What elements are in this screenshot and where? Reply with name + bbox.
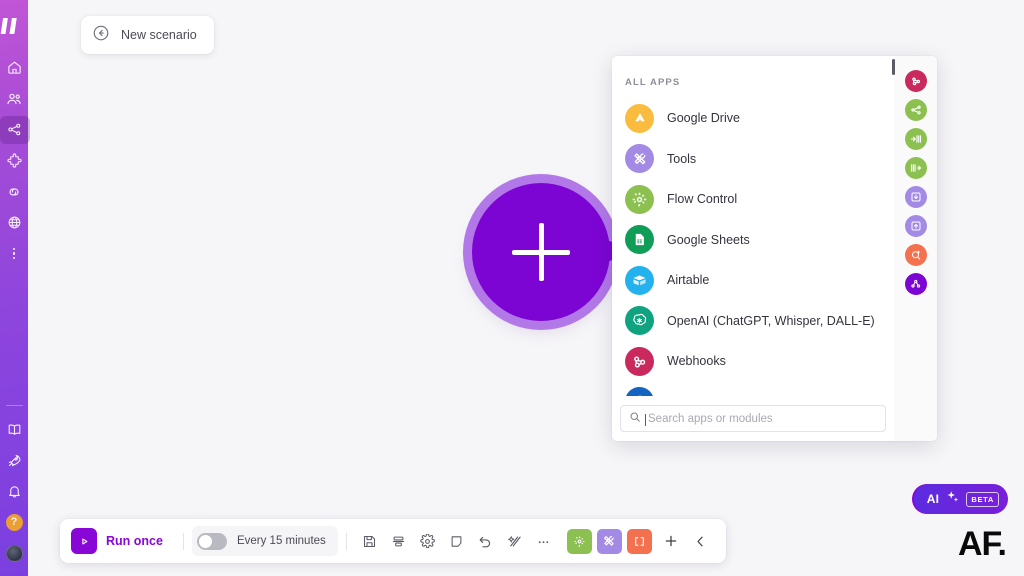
play-icon	[71, 528, 97, 554]
tools-icon	[625, 144, 654, 174]
share-rail-icon[interactable]	[904, 273, 927, 295]
save-icon[interactable]	[355, 526, 384, 556]
list-item-label: HTTP	[667, 395, 700, 396]
sparkle-icon	[945, 489, 960, 509]
apps-panel-heading: ALL APPS	[625, 77, 681, 88]
schedule-control[interactable]: Every 15 minutes	[191, 526, 338, 556]
schedule-label: Every 15 minutes	[236, 535, 326, 547]
sidebar-item-whats-new[interactable]	[0, 445, 28, 476]
text-caret	[645, 413, 646, 426]
list-item[interactable]: Webhooks	[612, 341, 894, 382]
sidebar-divider	[5, 405, 23, 406]
watermark-logo: AF.	[958, 525, 1007, 563]
avatar[interactable]	[0, 538, 28, 569]
google-drive-icon	[625, 103, 654, 133]
sidebar-item-help[interactable]: ?	[0, 507, 28, 538]
plus-icon-vertical	[538, 223, 544, 281]
ai-label: AI	[926, 492, 940, 506]
list-item-label: Google Drive	[667, 111, 740, 126]
new-scenario-header[interactable]: New scenario	[81, 16, 214, 54]
http-icon	[625, 387, 654, 396]
list-item-label: Webhooks	[667, 354, 726, 369]
node-core[interactable]	[472, 183, 610, 321]
airtable-icon	[625, 265, 654, 295]
sidebar-item-home[interactable]	[0, 52, 28, 83]
apps-rail	[894, 56, 937, 441]
list-item-label: OpenAI (ChatGPT, Whisper, DALL-E)	[667, 313, 875, 328]
add-module-node[interactable]	[463, 174, 621, 330]
panel-scrollbar[interactable]	[892, 59, 895, 75]
search-input[interactable]: Search apps or modules	[620, 405, 886, 432]
sidebar-item-scenarios[interactable]	[0, 114, 30, 145]
schedule-toggle[interactable]	[196, 532, 227, 550]
tools-button[interactable]	[596, 528, 622, 554]
list-item-label: Tools	[667, 151, 697, 166]
list-item[interactable]: Tools	[612, 139, 894, 180]
list-item-label: Flow Control	[667, 192, 738, 207]
apps-list[interactable]: Google Drive Tools Flow Control Google S…	[612, 98, 894, 396]
user-avatar-icon	[5, 545, 23, 562]
sidebar-bottom-group: ?	[0, 399, 28, 576]
search-rail-icon[interactable]	[904, 244, 927, 266]
search-icon	[629, 410, 641, 428]
flow-control-icon	[625, 184, 654, 214]
list-item-label: Airtable	[667, 273, 710, 288]
notes-icon[interactable]	[442, 526, 471, 556]
openai-icon	[625, 306, 654, 336]
run-once-label: Run once	[106, 534, 163, 548]
page-title: New scenario	[121, 28, 197, 42]
google-sheets-icon	[625, 225, 654, 255]
align-icon[interactable]	[384, 526, 413, 556]
more-vertical-icon	[12, 247, 16, 260]
list-item-label: Google Sheets	[667, 232, 750, 247]
undo-icon[interactable]	[471, 526, 500, 556]
toolbar-divider	[345, 532, 347, 550]
run-once-button[interactable]: Run once	[71, 528, 175, 554]
apps-panel-main: ALL APPS Google Drive Tools Flow Control…	[612, 56, 894, 441]
list-item[interactable]: HTTP	[612, 382, 894, 396]
collapse-toolbar-button[interactable]	[686, 526, 715, 556]
sidebar-item-notifications[interactable]	[0, 476, 28, 507]
toolbar-color-buttons	[566, 528, 657, 554]
sidebar-item-templates[interactable]	[0, 145, 28, 176]
list-item[interactable]: Flow Control	[612, 179, 894, 220]
make-logo-icon[interactable]	[0, 0, 28, 52]
flow-control-button[interactable]	[566, 528, 592, 554]
sidebar-item-team[interactable]	[0, 83, 28, 114]
more-options-icon[interactable]	[529, 526, 558, 556]
add-module-button[interactable]	[657, 526, 686, 556]
sidebar-item-docs[interactable]	[0, 414, 28, 445]
text-parser-button[interactable]	[626, 528, 652, 554]
left-sidebar: ?	[0, 0, 30, 576]
list-item[interactable]: OpenAI (ChatGPT, Whisper, DALL-E)	[612, 301, 894, 342]
download-rail-icon[interactable]	[904, 186, 927, 208]
router-rail-icon[interactable]	[904, 99, 927, 121]
webhooks-rail-icon[interactable]	[904, 70, 927, 92]
list-item[interactable]: Google Sheets	[612, 220, 894, 261]
sidebar-item-webhooks[interactable]	[0, 207, 28, 238]
help-badge: ?	[5, 514, 23, 531]
arrow-left-circle-icon[interactable]	[92, 24, 110, 47]
sidebar-item-more[interactable]	[0, 238, 28, 269]
webhooks-icon	[625, 346, 654, 376]
auto-align-icon[interactable]	[500, 526, 529, 556]
list-item[interactable]: Airtable	[612, 260, 894, 301]
beta-badge: BETA	[966, 491, 999, 507]
settings-gear-icon[interactable]	[413, 526, 442, 556]
iterator-rail-icon[interactable]	[904, 128, 927, 150]
make-scenario-editor: ? New scenario ALL APPS Google Drive Too…	[0, 0, 1024, 576]
list-item[interactable]: Google Drive	[612, 98, 894, 139]
sidebar-item-connections[interactable]	[0, 176, 28, 207]
ai-beta-button[interactable]: AI BETA	[913, 484, 1008, 514]
search-placeholder: Search apps or modules	[648, 412, 773, 425]
upload-rail-icon[interactable]	[904, 215, 927, 237]
aggregator-rail-icon[interactable]	[904, 157, 927, 179]
toolbar-divider	[182, 532, 184, 550]
apps-panel: ALL APPS Google Drive Tools Flow Control…	[612, 56, 937, 441]
bottom-toolbar: Run once Every 15 minutes	[60, 519, 726, 563]
